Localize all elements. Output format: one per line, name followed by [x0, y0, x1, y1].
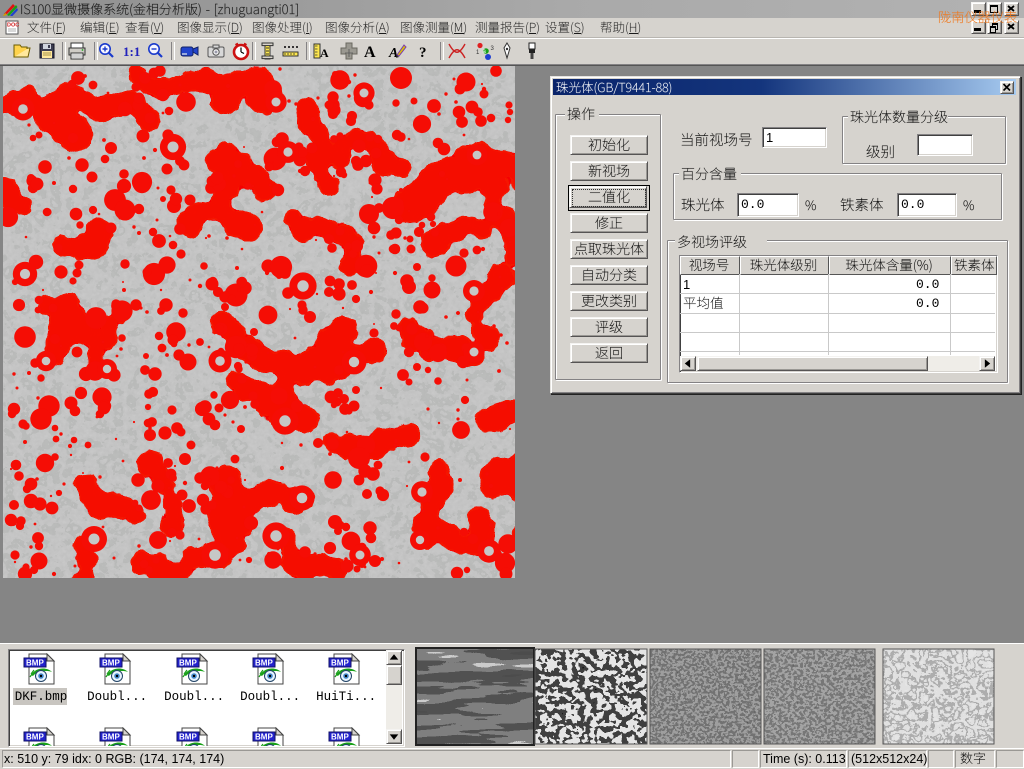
svg-text:1: 1	[476, 50, 480, 56]
svg-text:DOC: DOC	[7, 23, 19, 29]
svg-text:A: A	[364, 44, 376, 61]
svg-text:A: A	[320, 46, 329, 60]
svg-text:3: 3	[491, 46, 495, 52]
svg-text:?: ?	[419, 45, 427, 61]
svg-text:1:1: 1:1	[123, 44, 140, 59]
svg-text:A: A	[388, 46, 398, 61]
